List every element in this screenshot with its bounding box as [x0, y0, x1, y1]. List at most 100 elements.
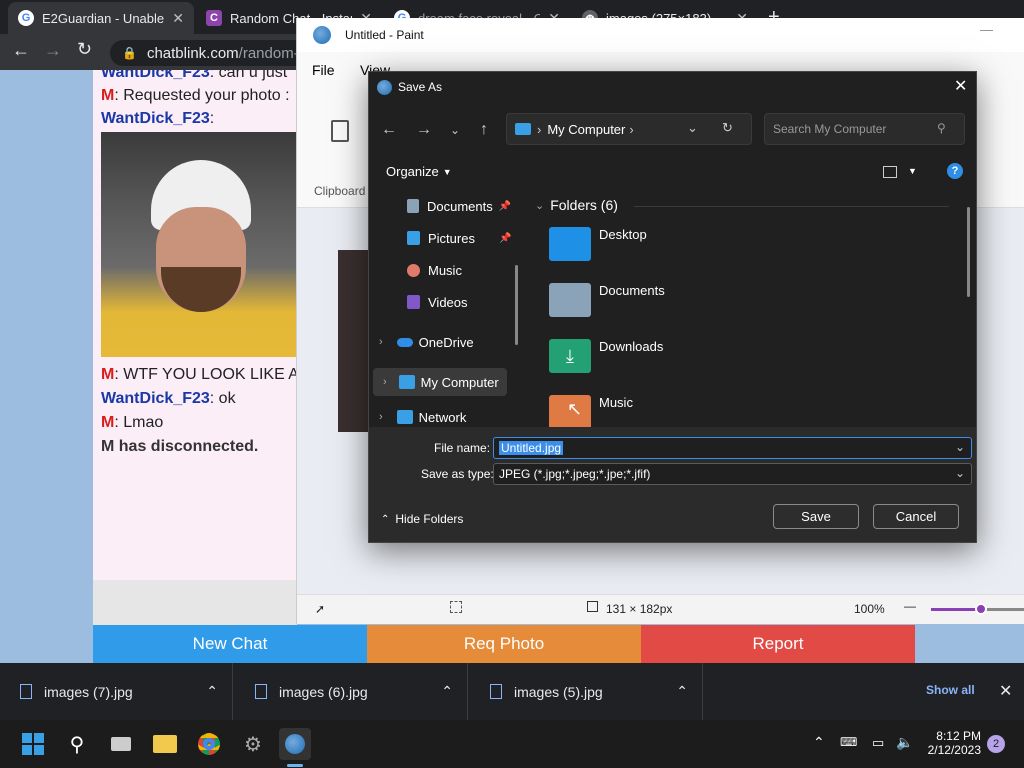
nav-item-music[interactable]: Music	[369, 256, 519, 284]
beard-shape	[161, 267, 241, 312]
nav-item-onedrive[interactable]: › OneDrive	[369, 328, 519, 356]
shared-photo	[101, 132, 300, 357]
taskbar: ⚲ ⚙ ⌃ ⌨ ▭ 🔈 8:12 PM 2/12/2023 2	[0, 720, 1024, 768]
req-photo-button[interactable]: Req Photo	[367, 625, 641, 663]
close-icon[interactable]: ✕	[999, 681, 1012, 701]
refresh-icon[interactable]: ↻	[722, 120, 733, 136]
file-explorer-icon[interactable]	[149, 728, 181, 760]
report-button[interactable]: Report	[641, 625, 915, 663]
clock-date: 2/12/2023	[927, 743, 981, 757]
close-icon[interactable]: ✕	[172, 10, 184, 27]
paste-icon[interactable]	[331, 120, 349, 142]
new-chat-button[interactable]: New Chat	[93, 625, 367, 663]
download-item[interactable]: images (6).jpg ⌃	[235, 663, 468, 720]
nav-item-documents[interactable]: Documents 📌	[369, 192, 519, 220]
chevron-up-icon[interactable]: ⌃	[441, 683, 453, 700]
chat-input-area[interactable]	[93, 580, 297, 625]
back-icon[interactable]: ←	[12, 40, 30, 61]
folder-desktop[interactable]: Desktop	[549, 227, 647, 277]
downloads-bar: images (7).jpg ⌃ images (6).jpg ⌃ images…	[0, 663, 1024, 720]
task-view-icon[interactable]	[105, 728, 137, 760]
chevron-right-icon: ›	[537, 121, 542, 137]
disconnect-notice: M has disconnected.	[101, 438, 259, 455]
chat-line: M: WTF YOU LOOK LIKE A	[101, 366, 299, 383]
chevron-right-icon[interactable]: ›	[379, 336, 383, 348]
up-icon[interactable]: ↑	[470, 118, 498, 142]
active-app-indicator	[287, 764, 303, 767]
dialog-title: Save As	[398, 80, 443, 94]
hide-folders-toggle[interactable]: ⌃ Hide Folders	[381, 512, 463, 526]
start-icon[interactable]	[17, 728, 49, 760]
folder-scrollbar[interactable]	[967, 207, 970, 297]
chevron-up-icon[interactable]: ⌃	[676, 683, 688, 700]
chrome-icon[interactable]	[193, 728, 225, 760]
file-menu[interactable]: File	[312, 62, 335, 78]
breadcrumb-item[interactable]: My Computer	[547, 122, 625, 137]
selection-icon	[450, 601, 462, 613]
organize-menu[interactable]: Organize ▼	[386, 164, 452, 179]
caret-down-icon[interactable]: ▼	[908, 166, 917, 176]
folder-downloads[interactable]: ⤓ Downloads	[549, 339, 663, 389]
chat-line: M: Requested your photo :	[101, 87, 290, 104]
save-type-value: JPEG (*.jpg;*.jpeg;*.jpe;*.jfif)	[499, 467, 651, 481]
tab-title: E2Guardian - Unable to	[42, 10, 165, 26]
volume-icon[interactable]: 🔈	[896, 734, 913, 751]
chevron-up-icon: ⌃	[381, 513, 390, 525]
keyboard-icon[interactable]: ⌨	[840, 735, 857, 749]
nav-item-my-computer[interactable]: › My Computer	[373, 368, 507, 396]
nav-item-videos[interactable]: Videos	[369, 288, 519, 316]
lock-icon: 🔒	[122, 46, 137, 60]
folders-group-header[interactable]: ⌄ Folders (6)	[535, 197, 618, 213]
clock[interactable]: 8:12 PM 2/12/2023	[926, 729, 981, 757]
help-icon[interactable]: ?	[947, 163, 963, 179]
documents-folder-icon	[549, 283, 591, 317]
save-button[interactable]: Save	[773, 504, 859, 529]
search-placeholder: Search My Computer	[773, 122, 887, 136]
forward-icon[interactable]: →	[44, 40, 62, 61]
folder-music[interactable]: Music	[549, 395, 633, 427]
file-name-label: File name:	[434, 441, 491, 455]
chevron-right-icon[interactable]: ›	[629, 122, 633, 137]
folder-documents[interactable]: Documents	[549, 283, 665, 333]
back-icon[interactable]: ←	[375, 118, 403, 142]
nav-item-network[interactable]: › Network	[369, 408, 519, 426]
address-breadcrumb[interactable]: › My Computer › ⌄ ↻	[506, 113, 752, 145]
zoom-out-icon[interactable]: —	[904, 599, 916, 613]
show-all-link[interactable]: Show all	[926, 683, 975, 697]
reload-icon[interactable]: ↻	[77, 39, 92, 60]
recent-locations-icon[interactable]: ⌄	[441, 118, 469, 142]
chevron-right-icon[interactable]: ›	[379, 411, 383, 423]
chevron-down-icon[interactable]: ⌄	[687, 120, 698, 136]
nav-scrollbar[interactable]	[515, 265, 518, 345]
zoom-slider-fill	[931, 608, 981, 611]
network-icon[interactable]: ▭	[872, 735, 884, 751]
file-name-field[interactable]: Untitled.jpg ⌄	[493, 437, 972, 459]
paint-app-icon	[313, 26, 331, 44]
tab-e2guardian[interactable]: G E2Guardian - Unable to ✕	[8, 2, 194, 34]
nav-item-pictures[interactable]: Pictures 📌	[369, 224, 519, 252]
notification-badge[interactable]: 2	[987, 735, 1005, 753]
paint-taskbar-icon[interactable]	[279, 728, 311, 760]
search-input[interactable]: Search My Computer ⚲	[764, 113, 965, 145]
forward-icon[interactable]: →	[410, 118, 438, 142]
chat-line: WantDick_F23: ok	[101, 390, 236, 407]
chevron-down-icon[interactable]: ⌄	[955, 440, 965, 454]
zoom-slider-thumb[interactable]	[975, 603, 987, 615]
chevron-up-icon[interactable]: ⌃	[206, 683, 218, 700]
google-icon: G	[18, 10, 34, 26]
settings-icon[interactable]: ⚙	[237, 728, 269, 760]
save-type-label: Save as type:	[421, 467, 494, 481]
save-type-select[interactable]: JPEG (*.jpg;*.jpeg;*.jpe;*.jfif) ⌄	[493, 463, 972, 485]
videos-icon	[407, 295, 420, 309]
cancel-button[interactable]: Cancel	[873, 504, 959, 529]
download-item[interactable]: images (7).jpg ⌃	[0, 663, 233, 720]
paint-app-icon	[377, 79, 392, 95]
minimize-icon[interactable]: —	[980, 22, 993, 37]
close-icon[interactable]: ✕	[954, 76, 967, 96]
view-options-icon[interactable]	[883, 166, 897, 178]
search-icon[interactable]: ⚲	[61, 728, 93, 760]
chevron-right-icon[interactable]: ›	[383, 376, 387, 388]
chevron-up-icon[interactable]: ⌃	[813, 734, 825, 751]
download-item[interactable]: images (5).jpg ⌃	[470, 663, 703, 720]
extra-button[interactable]	[925, 625, 1006, 663]
